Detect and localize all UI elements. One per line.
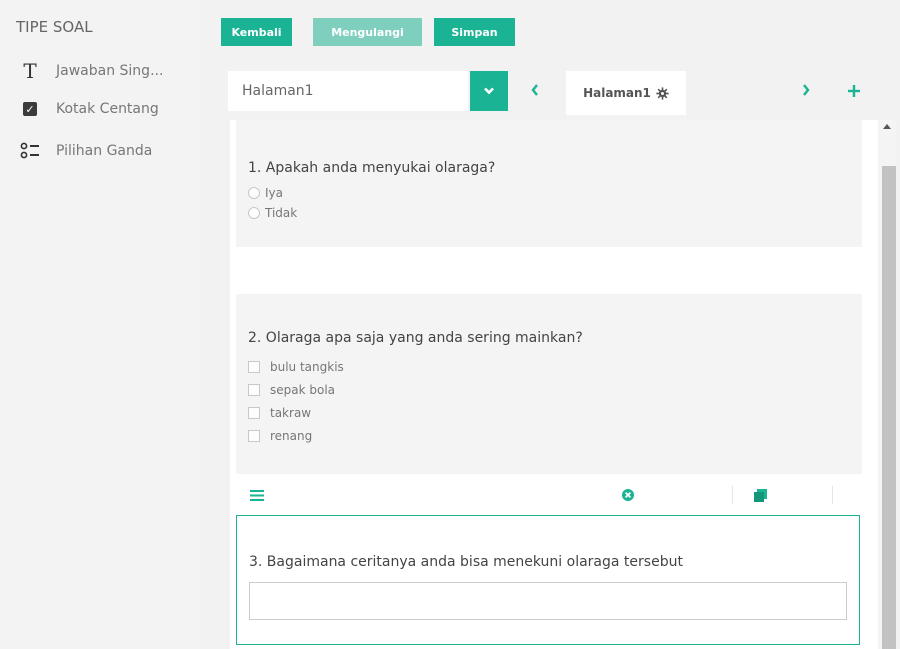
drag-handle-icon[interactable] [250,490,264,501]
question-title: 2. Olaraga apa saja yang anda sering mai… [248,330,583,346]
gear-icon[interactable] [656,86,669,100]
sidebar-item-label: Pilihan Ganda [56,143,153,159]
back-button[interactable]: Kembali [221,18,292,46]
tab-halaman1[interactable]: Halaman1 [566,71,686,115]
text-icon: T [23,59,37,83]
scroll-thumb[interactable] [882,166,896,649]
page-dropdown-button[interactable] [470,71,508,111]
checkbox-icon: ✓ [23,102,37,116]
checkbox-option[interactable]: bulu tangkis [248,360,344,374]
toolbar-divider [832,486,833,504]
sidebar-item-checkbox[interactable]: ✓ Kotak Centang [20,96,159,122]
radio-button[interactable] [248,187,260,199]
scroll-up-icon[interactable] [883,124,891,129]
page-select[interactable]: Halaman1 [228,71,468,111]
question-card-2[interactable]: 2. Olaraga apa saja yang anda sering mai… [236,294,862,474]
next-page-icon[interactable] [801,82,811,101]
question-card-1[interactable]: 1. Apakah anda menyukai olaraga? Iya Tid… [236,120,862,247]
checkbox-option[interactable]: takraw [248,406,311,420]
option-label: Iya [265,186,283,200]
question-toolbar [236,482,862,510]
toolbar-divider [732,486,733,504]
sidebar-item-single-answer[interactable]: T Jawaban Sing... [20,58,163,84]
chevron-down-icon [484,87,494,95]
checkbox-option[interactable]: renang [248,429,312,443]
option-label: bulu tangkis [270,360,344,374]
checkbox[interactable] [248,361,260,373]
question-title: 3. Bagaimana ceritanya anda bisa menekun… [249,554,683,570]
add-page-icon[interactable] [848,82,860,101]
scrollbar[interactable] [878,120,896,649]
question-card-3[interactable]: 3. Bagaimana ceritanya anda bisa menekun… [236,515,860,645]
radio-option[interactable]: Tidak [248,206,297,220]
tab-label: Halaman1 [583,86,651,100]
page-select-value: Halaman1 [242,83,314,99]
save-button[interactable]: Simpan [434,18,515,46]
sidebar-item-label: Jawaban Sing... [56,63,164,79]
sidebar-item-label: Kotak Centang [56,101,159,117]
radio-option[interactable]: Iya [248,186,283,200]
checkbox[interactable] [248,407,260,419]
copy-icon[interactable] [754,489,767,502]
option-label: Tidak [265,206,298,220]
delete-icon[interactable] [622,489,634,501]
checkbox[interactable] [248,384,260,396]
prev-page-icon[interactable] [530,82,540,101]
option-label: takraw [270,406,312,420]
checkbox-option[interactable]: sepak bola [248,383,335,397]
sidebar-title: TIPE SOAL [16,18,93,36]
checkbox[interactable] [248,430,260,442]
answer-text-input[interactable] [249,582,847,620]
redo-button[interactable]: Mengulangi [313,18,422,46]
radio-button[interactable] [248,207,260,219]
question-type-sidebar: TIPE SOAL T Jawaban Sing... ✓ Kotak Cent… [0,0,198,649]
option-label: sepak bola [270,383,336,397]
sidebar-item-multiple-choice[interactable]: Pilihan Ganda [20,138,152,164]
radio-list-icon [20,141,40,161]
survey-editor: 1. Apakah anda menyukai olaraga? Iya Tid… [230,120,878,649]
question-title: 1. Apakah anda menyukai olaraga? [248,160,496,176]
option-label: renang [270,429,313,443]
